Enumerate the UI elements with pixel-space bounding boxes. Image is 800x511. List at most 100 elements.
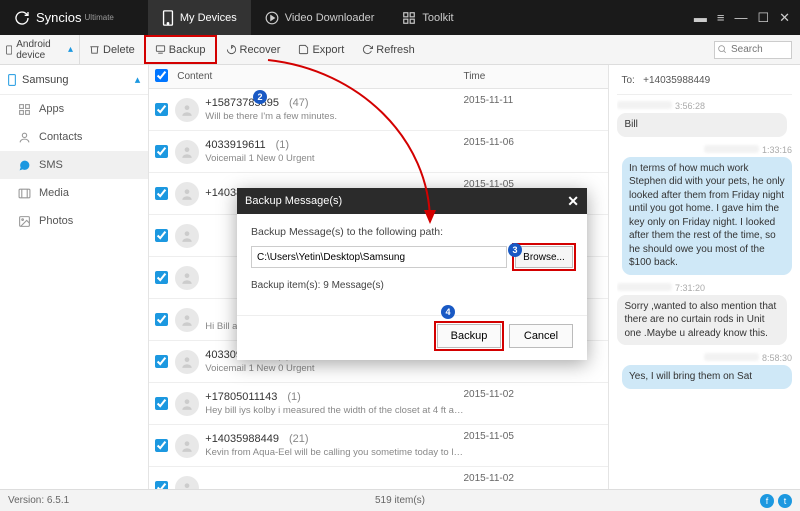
message-row[interactable]: 4033919611(1) Voicemail 1 New 0 Urgent 2… bbox=[149, 131, 608, 173]
menu-icon[interactable]: ≡ bbox=[717, 10, 725, 25]
sidebar-item-sms[interactable]: SMS bbox=[0, 151, 148, 179]
tab-label: Toolkit bbox=[422, 12, 453, 24]
facebook-icon[interactable]: f bbox=[760, 494, 774, 508]
avatar bbox=[173, 173, 201, 214]
avatar bbox=[173, 383, 201, 424]
search-icon bbox=[717, 44, 727, 54]
apps-icon bbox=[18, 103, 31, 116]
chat-icon[interactable]: ▬ bbox=[694, 10, 707, 25]
bubble-wrap: 8:58:30 Yes, I will bring them on Sat bbox=[617, 353, 792, 389]
app-name: Syncios bbox=[36, 10, 82, 25]
social-links: f t bbox=[760, 494, 792, 508]
conversation-panel: To: +14035988449 3:56:28 Bill 1:33:16 In… bbox=[608, 65, 800, 495]
phone-number: 4033919611 bbox=[205, 139, 265, 151]
row-checkbox[interactable] bbox=[155, 229, 168, 242]
sidebar-item-apps[interactable]: Apps bbox=[0, 95, 148, 123]
title-bar: Syncios Ultimate My Devices Video Downlo… bbox=[0, 0, 800, 35]
col-content[interactable]: Content bbox=[173, 71, 463, 82]
sync-icon bbox=[14, 10, 30, 26]
select-all-checkbox[interactable] bbox=[155, 69, 168, 82]
cancel-button[interactable]: Cancel bbox=[509, 324, 573, 348]
button-label: Backup bbox=[169, 44, 206, 56]
item-count: 519 item(s) bbox=[375, 495, 425, 506]
phone-number: +15873785895 bbox=[205, 97, 279, 109]
row-checkbox[interactable] bbox=[155, 103, 168, 116]
message-time: 2015-11-06 bbox=[463, 131, 608, 172]
avatar bbox=[173, 257, 201, 298]
export-button[interactable]: Export bbox=[289, 35, 353, 64]
row-checkbox[interactable] bbox=[155, 439, 168, 452]
trash-icon bbox=[89, 44, 100, 55]
message-row[interactable]: +14035988449(21) Kevin from Aqua-Eel wil… bbox=[149, 425, 608, 467]
device-name: Android device bbox=[16, 39, 68, 61]
sidebar-item-label: Media bbox=[39, 187, 69, 199]
row-checkbox[interactable] bbox=[155, 271, 168, 284]
tab-video-downloader[interactable]: Video Downloader bbox=[251, 0, 389, 35]
message-time: 2015-11-05 bbox=[463, 425, 608, 466]
chevron-up-icon: ▴ bbox=[135, 73, 141, 86]
bubble-wrap: 1:33:16 In terms of how much work Stephe… bbox=[617, 145, 792, 275]
row-checkbox[interactable] bbox=[155, 397, 168, 410]
message-row[interactable]: +17805011143(1) Hey bill iys kolby i mea… bbox=[149, 383, 608, 425]
maximize-icon[interactable]: ☐ bbox=[757, 10, 769, 26]
photos-icon bbox=[18, 215, 31, 228]
recover-button[interactable]: Recover bbox=[217, 35, 290, 64]
close-icon[interactable]: ✕ bbox=[567, 193, 579, 210]
row-checkbox[interactable] bbox=[155, 145, 168, 158]
message-time: 2015-11-11 bbox=[463, 89, 608, 130]
avatar bbox=[173, 215, 201, 256]
save-icon bbox=[298, 44, 309, 55]
message-count: (1) bbox=[287, 391, 300, 403]
row-text: +17805011143(1) Hey bill iys kolby i mea… bbox=[201, 383, 463, 424]
browse-button[interactable]: Browse... bbox=[515, 246, 573, 268]
play-icon bbox=[265, 11, 279, 25]
device-selector-secondary[interactable]: Samsung ▴ bbox=[0, 65, 148, 95]
row-text: 4033919611(1) Voicemail 1 New 0 Urgent bbox=[201, 131, 463, 172]
sms-icon bbox=[18, 159, 31, 172]
twitter-icon[interactable]: t bbox=[778, 494, 792, 508]
phone-icon bbox=[6, 44, 12, 56]
sidebar-item-label: Apps bbox=[39, 103, 64, 115]
message-preview: Kevin from Aqua-Eel will be calling you … bbox=[205, 447, 463, 458]
delete-button[interactable]: Delete bbox=[80, 35, 144, 64]
row-checkbox[interactable] bbox=[155, 187, 168, 200]
recover-icon bbox=[226, 44, 237, 55]
backup-confirm-button[interactable]: Backup bbox=[437, 324, 501, 348]
to-line: To: +14035988449 bbox=[617, 71, 792, 95]
contacts-icon bbox=[18, 131, 31, 144]
avatar bbox=[173, 299, 201, 340]
close-icon[interactable]: ✕ bbox=[779, 10, 790, 26]
tab-my-devices[interactable]: My Devices bbox=[148, 0, 251, 35]
message-preview: Will be there I'm a few minutes. bbox=[205, 111, 463, 122]
message-count: (21) bbox=[289, 433, 309, 445]
message-thread[interactable]: 3:56:28 Bill 1:33:16 In terms of how muc… bbox=[617, 95, 792, 489]
bubble-timestamp: 1:33:16 bbox=[617, 145, 792, 155]
top-nav: My Devices Video Downloader Toolkit bbox=[148, 0, 468, 35]
message-preview: Voicemail 1 New 0 Urgent bbox=[205, 363, 463, 374]
tab-toolkit[interactable]: Toolkit bbox=[388, 0, 467, 35]
sidebar-item-photos[interactable]: Photos bbox=[0, 207, 148, 235]
message-row[interactable]: +15873785895(47) Will be there I'm a few… bbox=[149, 89, 608, 131]
backup-path-input[interactable] bbox=[251, 246, 507, 268]
sidebar-item-media[interactable]: Media bbox=[0, 179, 148, 207]
row-checkbox[interactable] bbox=[155, 313, 168, 326]
backup-button[interactable]: Backup bbox=[144, 35, 217, 64]
phone-icon bbox=[8, 74, 16, 86]
message-time: 2015-11-02 bbox=[463, 383, 608, 424]
sidebar-item-contacts[interactable]: Contacts bbox=[0, 123, 148, 151]
refresh-button[interactable]: Refresh bbox=[353, 35, 424, 64]
message-bubble: In terms of how much work Stephen did wi… bbox=[622, 157, 792, 275]
device-selector-primary[interactable]: Android device ▴ bbox=[0, 35, 80, 64]
minimize-icon[interactable]: — bbox=[734, 10, 747, 25]
phone-number: +17805011143 bbox=[205, 391, 277, 403]
col-time[interactable]: Time bbox=[463, 71, 608, 82]
status-bar: Version: 6.5.1 519 item(s) f t bbox=[0, 489, 800, 511]
refresh-icon bbox=[362, 44, 373, 55]
avatar bbox=[173, 425, 201, 466]
dialog-titlebar: Backup Message(s) ✕ bbox=[237, 188, 587, 214]
bubble-wrap: 3:56:28 Bill bbox=[617, 101, 792, 137]
dialog-prompt: Backup Message(s) to the following path: bbox=[251, 226, 573, 238]
row-checkbox[interactable] bbox=[155, 355, 168, 368]
chevron-up-icon: ▴ bbox=[68, 44, 73, 55]
to-label: To: bbox=[621, 75, 634, 86]
